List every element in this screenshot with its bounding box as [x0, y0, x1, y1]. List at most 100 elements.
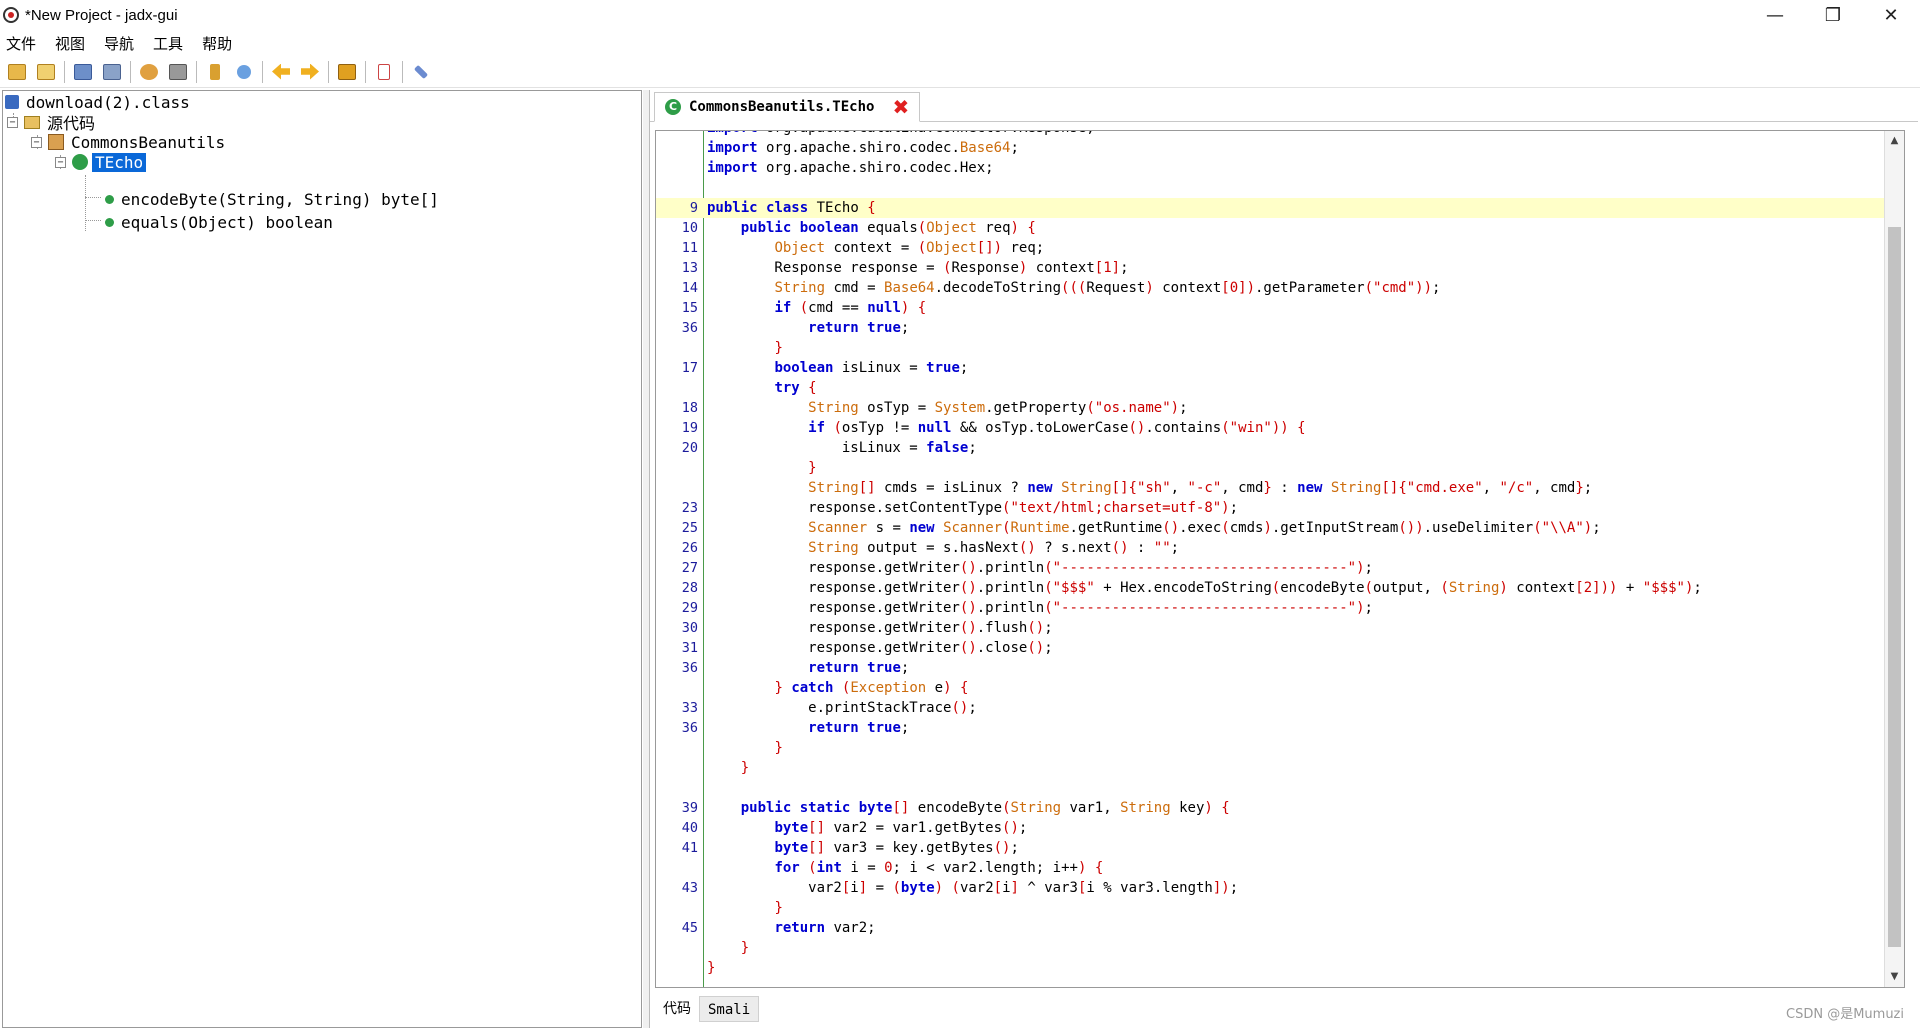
- tab-smali[interactable]: Smali: [699, 996, 760, 1022]
- code-text: isLinux = false;: [707, 440, 977, 456]
- code-line[interactable]: 36 return true;: [656, 658, 1904, 678]
- close-window-button[interactable]: ✕: [1862, 0, 1920, 30]
- code-line[interactable]: 41 byte[] var3 = key.getBytes();: [656, 838, 1904, 858]
- line-number: 27: [681, 560, 698, 576]
- code-line[interactable]: 18 String osTyp = System.getProperty("os…: [656, 398, 1904, 418]
- menu-view[interactable]: 视图: [55, 33, 85, 54]
- tree-item-package[interactable]: − CommonsBeanutils: [31, 131, 228, 153]
- tree-item-method[interactable]: equals(Object) boolean: [103, 211, 336, 233]
- code-line[interactable]: String[] cmds = isLinux ? new String[]{"…: [656, 478, 1904, 498]
- close-tab-icon[interactable]: ✖: [892, 95, 909, 119]
- line-number: 9: [689, 200, 698, 216]
- code-line[interactable]: }: [656, 758, 1904, 778]
- code-line[interactable]: 11 Object context = (Object[]) req;: [656, 238, 1904, 258]
- vertical-scrollbar[interactable]: ▲ ▼: [1884, 131, 1904, 987]
- line-number: 25: [681, 520, 698, 536]
- line-number: 45: [681, 920, 698, 936]
- code-line[interactable]: 17 boolean isLinux = true;: [656, 358, 1904, 378]
- find-class-button[interactable]: [231, 59, 257, 85]
- code-line[interactable]: }: [656, 338, 1904, 358]
- decompile-icon: [338, 63, 356, 80]
- code-line[interactable]: }: [656, 898, 1904, 918]
- code-line[interactable]: import org.apache.shiro.codec.Base64;: [656, 138, 1904, 158]
- code-text: byte[] var2 = var1.getBytes();: [774, 820, 1028, 836]
- code-line[interactable]: [656, 178, 1904, 198]
- code-line[interactable]: 15 if (cmd == null) {: [656, 298, 1904, 318]
- scroll-up-icon[interactable]: ▲: [1885, 131, 1904, 151]
- maximize-button[interactable]: ❐: [1804, 0, 1862, 30]
- code-line[interactable]: 36 return true;: [656, 718, 1904, 738]
- code-line[interactable]: 40 byte[] var2 = var1.getBytes();: [656, 818, 1904, 838]
- flatten-packages-button[interactable]: [165, 59, 191, 85]
- code-line[interactable]: try {: [656, 378, 1904, 398]
- toolbar-separator: [196, 60, 197, 83]
- code-line[interactable]: 36 return true;: [656, 318, 1904, 338]
- code-line[interactable]: 43 var2[i] = (byte) (var2[i] ^ var3[i % …: [656, 878, 1904, 898]
- log-viewer-icon: [378, 63, 390, 80]
- code-lines: import org.apache.catalina.connector.Res…: [656, 131, 1904, 978]
- code-text: }: [740, 940, 750, 956]
- menu-file[interactable]: 文件: [6, 33, 36, 54]
- collapse-icon[interactable]: −: [7, 116, 18, 128]
- code-line[interactable]: 33 e.printStackTrace();: [656, 698, 1904, 718]
- code-line[interactable]: import org.apache.shiro.codec.Hex;: [656, 158, 1904, 178]
- open-file-button[interactable]: [4, 59, 30, 85]
- code-line[interactable]: } catch (Exception e) {: [656, 678, 1904, 698]
- code-line[interactable]: }: [656, 958, 1904, 978]
- forward-button[interactable]: [297, 59, 323, 85]
- scrollbar-thumb[interactable]: [1888, 227, 1901, 947]
- code-line[interactable]: 10 public boolean equals(Object req) {: [656, 218, 1904, 238]
- code-line[interactable]: 25 Scanner s = new Scanner(Runtime.getRu…: [656, 518, 1904, 538]
- code-line[interactable]: }: [656, 458, 1904, 478]
- sync-button[interactable]: [136, 59, 162, 85]
- line-number: 36: [681, 660, 698, 676]
- code-line[interactable]: 13 Response response = (Response) contex…: [656, 258, 1904, 278]
- code-line[interactable]: 29 response.getWriter().println("-------…: [656, 598, 1904, 618]
- code-line[interactable]: 45 return var2;: [656, 918, 1904, 938]
- editor-tab[interactable]: C CommonsBeanutils.TEcho ✖: [654, 92, 921, 122]
- code-line[interactable]: 20 isLinux = false;: [656, 438, 1904, 458]
- code-line[interactable]: }: [656, 738, 1904, 758]
- code-line[interactable]: }: [656, 938, 1904, 958]
- code-text: public static byte[] encodeByte(String v…: [740, 800, 1230, 816]
- code-line[interactable]: import org.apache.catalina.connector.Res…: [656, 131, 1904, 138]
- code-line[interactable]: 39 public static byte[] encodeByte(Strin…: [656, 798, 1904, 818]
- log-viewer-button[interactable]: [371, 59, 397, 85]
- line-number: 36: [681, 320, 698, 336]
- code-line[interactable]: 26 String output = s.hasNext() ? s.next(…: [656, 538, 1904, 558]
- code-line[interactable]: 28 response.getWriter().println("$$$" + …: [656, 578, 1904, 598]
- editor-tab-label: CommonsBeanutils.TEcho: [689, 99, 875, 115]
- code-line[interactable]: [656, 778, 1904, 798]
- code-editor[interactable]: import org.apache.catalina.connector.Res…: [655, 130, 1905, 988]
- decompile-button[interactable]: [334, 59, 360, 85]
- code-line[interactable]: 31 response.getWriter().close();: [656, 638, 1904, 658]
- tab-code[interactable]: 代码: [655, 996, 699, 1022]
- line-number: 43: [681, 880, 698, 896]
- code-line[interactable]: 19 if (osTyp != null && osTyp.toLowerCas…: [656, 418, 1904, 438]
- tree-item-sources[interactable]: − 源代码: [7, 111, 98, 133]
- code-line[interactable]: 27 response.getWriter().println("-------…: [656, 558, 1904, 578]
- code-line[interactable]: 14 String cmd = Base64.decodeToString(((…: [656, 278, 1904, 298]
- collapse-icon[interactable]: −: [31, 136, 42, 148]
- code-line[interactable]: 9 public class TEcho {: [656, 198, 1904, 218]
- add-file-button[interactable]: [33, 59, 59, 85]
- menu-navigation[interactable]: 导航: [104, 33, 134, 54]
- collapse-icon[interactable]: −: [55, 156, 66, 168]
- code-line[interactable]: 30 response.getWriter().flush();: [656, 618, 1904, 638]
- back-button[interactable]: [268, 59, 294, 85]
- menu-tools[interactable]: 工具: [153, 33, 183, 54]
- code-line[interactable]: 23 response.setContentType("text/html;ch…: [656, 498, 1904, 518]
- tree-item-root[interactable]: download(2).class: [5, 91, 193, 113]
- menu-help[interactable]: 帮助: [202, 33, 232, 54]
- code-text: if (cmd == null) {: [774, 300, 927, 316]
- scroll-down-icon[interactable]: ▼: [1885, 967, 1904, 987]
- search-button[interactable]: [202, 59, 228, 85]
- minimize-button[interactable]: —: [1746, 0, 1804, 30]
- code-line[interactable]: for (int i = 0; i < var2.length; i++) {: [656, 858, 1904, 878]
- editor-panel: C CommonsBeanutils.TEcho ✖ import org.ap…: [649, 90, 1918, 1028]
- save-all-button[interactable]: [70, 59, 96, 85]
- preferences-button[interactable]: [408, 59, 434, 85]
- tree-item-method[interactable]: encodeByte(String, String) byte[]: [103, 188, 442, 210]
- tree-item-class[interactable]: − TEcho: [55, 151, 147, 173]
- export-button[interactable]: [99, 59, 125, 85]
